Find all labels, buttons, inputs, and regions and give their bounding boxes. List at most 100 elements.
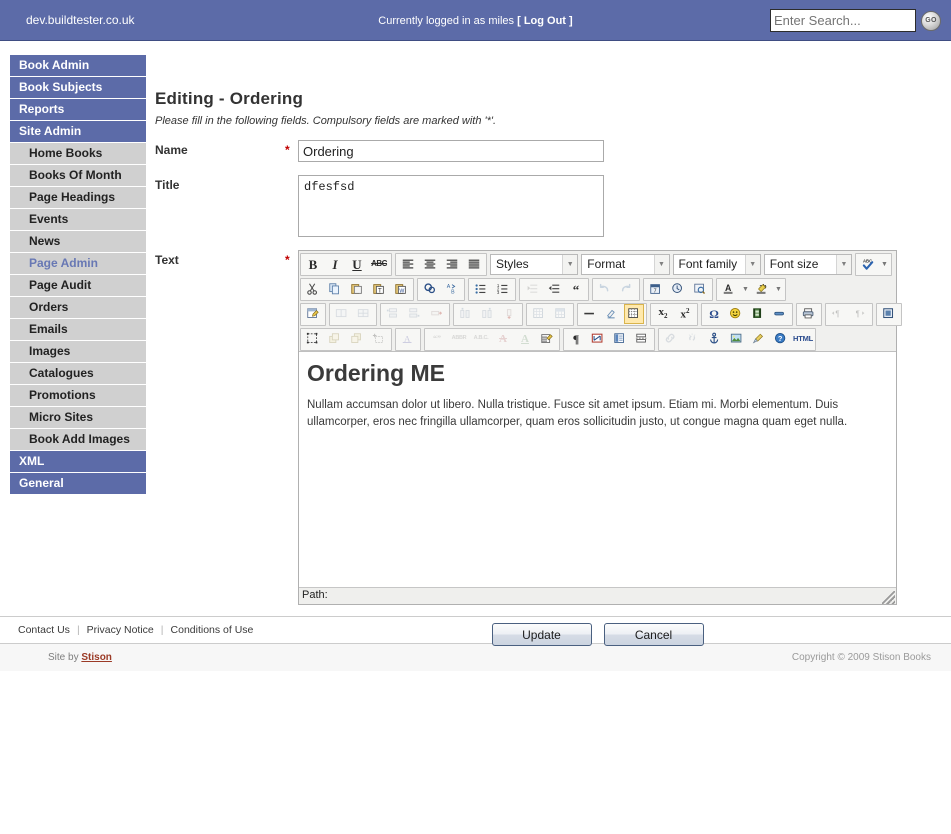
cleanup-icon[interactable]	[749, 329, 769, 349]
insert-date-icon[interactable]: 7	[646, 279, 666, 299]
subscript-icon[interactable]: x2	[653, 304, 673, 324]
footer-link-privacy-notice[interactable]: Privacy Notice	[87, 624, 154, 636]
align-justify-icon[interactable]	[464, 254, 484, 274]
footer-link-contact-us[interactable]: Contact Us	[18, 624, 70, 636]
sidebar-item-xml[interactable]: XML	[10, 451, 146, 472]
sidebar-item-general[interactable]: General	[10, 473, 146, 494]
sidebar-item-page-admin[interactable]: Page Admin	[10, 253, 146, 274]
sidebar-item-book-subjects[interactable]: Book Subjects	[10, 77, 146, 98]
editor-resize-handle[interactable]	[882, 591, 895, 604]
special-char-icon[interactable]: Ω	[704, 304, 724, 324]
chevron-down-icon[interactable]: ▼	[744, 254, 760, 274]
cancel-button[interactable]: Cancel	[603, 623, 704, 646]
fullscreen-icon[interactable]	[879, 304, 899, 324]
svg-text:T: T	[378, 288, 382, 295]
background-color-dropdown-arrow[interactable]: ▼	[773, 286, 784, 293]
chevron-down-icon[interactable]: ▼	[562, 254, 578, 274]
page-break-icon[interactable]	[632, 329, 652, 349]
editor-content-area[interactable]: Ordering ME Nullam accumsan dolor ut lib…	[299, 351, 896, 587]
font-family-select[interactable]: Font family ▼	[672, 253, 761, 275]
replace-icon[interactable]: AB	[442, 279, 462, 299]
nonbreaking-icon[interactable]	[588, 329, 608, 349]
bullet-list-icon[interactable]	[471, 279, 491, 299]
text-color-dropdown-arrow[interactable]: ▼	[740, 286, 751, 293]
paste-text-icon[interactable]: T	[369, 279, 389, 299]
underline-icon[interactable]: U	[347, 254, 367, 274]
search-go-button[interactable]: GO	[921, 10, 941, 31]
sidebar-item-orders[interactable]: Orders	[10, 297, 146, 318]
align-center-icon[interactable]	[420, 254, 440, 274]
sidebar-item-page-headings[interactable]: Page Headings	[10, 187, 146, 208]
logout-link[interactable]: Log Out	[524, 15, 566, 27]
media-icon[interactable]	[748, 304, 768, 324]
page-title: Editing - Ordering	[155, 89, 304, 108]
remove-format-icon[interactable]	[602, 304, 622, 324]
chevron-down-icon[interactable]: ▼	[653, 254, 669, 274]
spellcheck-dropdown-arrow[interactable]: ▼	[879, 261, 890, 268]
html-source-icon[interactable]: HTML	[793, 329, 813, 349]
template-icon[interactable]	[610, 329, 630, 349]
paragraph-marks-icon[interactable]: ¶	[566, 329, 586, 349]
name-input[interactable]	[298, 140, 604, 162]
sidebar-item-micro-sites[interactable]: Micro Sites	[10, 407, 146, 428]
flash-icon[interactable]	[770, 304, 790, 324]
print-icon[interactable]	[799, 304, 819, 324]
update-button[interactable]: Update	[491, 623, 592, 646]
select-all-icon[interactable]	[303, 329, 323, 349]
emoticon-icon[interactable]	[726, 304, 746, 324]
sidebar-item-promotions[interactable]: Promotions	[10, 385, 146, 406]
sidebar-item-book-add-images[interactable]: Book Add Images	[10, 429, 146, 450]
background-color-icon[interactable]: ab	[752, 279, 772, 299]
split-cells-icon	[354, 304, 374, 324]
required-marker-name: *	[285, 143, 290, 157]
outdent-icon	[522, 279, 542, 299]
table-properties-icon[interactable]	[303, 304, 323, 324]
chevron-down-icon[interactable]: ▼	[836, 254, 851, 274]
sidebar-item-book-admin[interactable]: Book Admin	[10, 55, 146, 76]
editor-toolbar-row-3: x2 x2 Ω ¶ ¶	[299, 301, 902, 326]
sidebar-item-events[interactable]: Events	[10, 209, 146, 230]
text-color-icon[interactable]: A	[719, 279, 739, 299]
visual-aid-icon[interactable]	[624, 304, 644, 324]
stison-link[interactable]: Stison	[81, 652, 112, 663]
sidebar-item-site-admin[interactable]: Site Admin	[10, 121, 146, 142]
text-color-icon-split[interactable]: A ▼	[718, 279, 751, 299]
paste-icon[interactable]	[347, 279, 367, 299]
cut-icon[interactable]	[303, 279, 323, 299]
preview-icon[interactable]	[690, 279, 710, 299]
indent-icon[interactable]	[544, 279, 564, 299]
strikethrough-icon[interactable]: ABC	[369, 254, 389, 274]
sidebar-item-books-of-month[interactable]: Books Of Month	[10, 165, 146, 186]
sidebar-item-emails[interactable]: Emails	[10, 319, 146, 340]
image-icon[interactable]	[727, 329, 747, 349]
paste-word-icon[interactable]: W	[391, 279, 411, 299]
bold-icon[interactable]: B	[303, 254, 323, 274]
align-right-icon[interactable]	[442, 254, 462, 274]
sidebar-item-home-books[interactable]: Home Books	[10, 143, 146, 164]
copy-icon[interactable]	[325, 279, 345, 299]
styles-select[interactable]: Styles ▼	[490, 253, 579, 275]
format-select[interactable]: Format ▼	[581, 253, 670, 275]
search-icon[interactable]	[420, 279, 440, 299]
font-size-select[interactable]: Font size ▼	[763, 253, 852, 275]
align-left-icon[interactable]	[398, 254, 418, 274]
sidebar-item-images[interactable]: Images	[10, 341, 146, 362]
sidebar-item-reports[interactable]: Reports	[10, 99, 146, 120]
anchor-icon[interactable]	[705, 329, 725, 349]
insert-time-icon[interactable]	[668, 279, 688, 299]
title-textarea[interactable]	[298, 175, 604, 237]
horizontal-rule-icon[interactable]	[580, 304, 600, 324]
background-color-icon-split[interactable]: ab▼	[751, 279, 784, 299]
italic-icon[interactable]: I	[325, 254, 345, 274]
sidebar-item-page-audit[interactable]: Page Audit	[10, 275, 146, 296]
superscript-icon[interactable]: x2	[675, 304, 695, 324]
blockquote-icon[interactable]: “	[566, 279, 586, 299]
spellcheck-icon[interactable]: ABC	[858, 254, 878, 274]
attributes-icon[interactable]	[537, 329, 557, 349]
numbered-list-icon[interactable]: 123	[493, 279, 513, 299]
help-icon[interactable]: ?	[771, 329, 791, 349]
toolbar-group: x2 x2	[650, 302, 698, 326]
sidebar-item-news[interactable]: News	[10, 231, 146, 252]
search-input[interactable]	[770, 9, 916, 32]
sidebar-item-catalogues[interactable]: Catalogues	[10, 363, 146, 384]
